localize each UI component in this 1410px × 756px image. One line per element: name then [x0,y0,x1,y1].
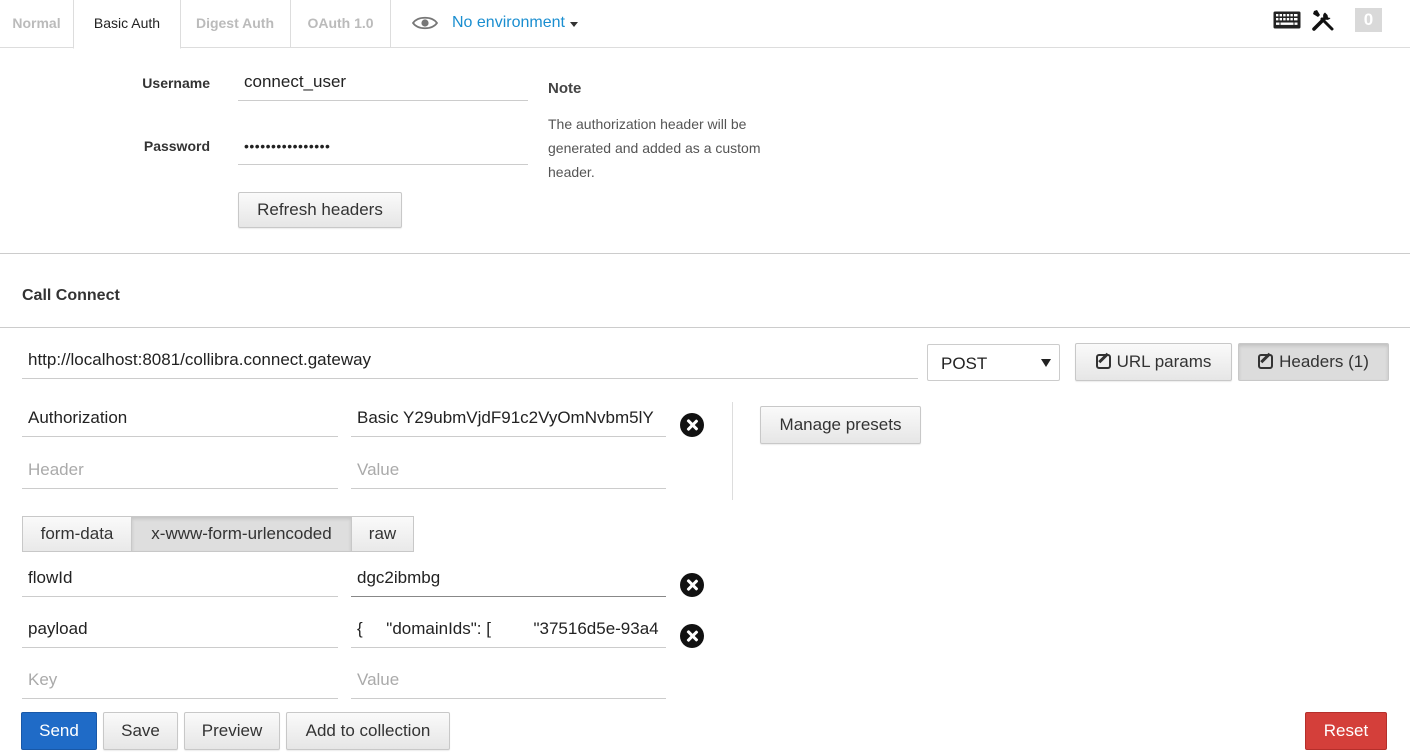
add-to-collection-button[interactable]: Add to collection [286,712,450,750]
remove-param-icon[interactable] [680,624,704,648]
chevron-down-icon [1041,359,1051,367]
header-key-placeholder[interactable]: Header [22,455,338,489]
body-mode-urlencoded[interactable]: x-www-form-urlencoded [131,516,352,552]
edit-icon [1095,354,1111,369]
tab-basic-auth[interactable]: Basic Auth [73,0,181,49]
username-label: Username [142,75,210,91]
chevron-down-icon [569,21,578,27]
note-title: Note [548,80,582,97]
manage-presets-button[interactable]: Manage presets [760,406,921,444]
body-mode-raw[interactable]: raw [351,516,414,552]
history-count-badge[interactable]: 0 [1355,8,1382,32]
note-body: The authorization header will be generat… [548,116,761,180]
password-label: Password [143,138,210,154]
method-select[interactable]: POST [927,344,1060,381]
username-input[interactable]: connect_user [238,67,528,101]
url-params-button[interactable]: URL params [1075,343,1232,381]
body-value-input[interactable]: dgc2ibmbg [351,563,666,597]
password-input[interactable]: •••••••••••••••• [238,131,528,165]
refresh-headers-button[interactable]: Refresh headers [238,192,402,228]
environment-selector[interactable]: No environment [412,10,578,36]
auth-tab-bar: Normal Basic Auth Digest Auth OAuth 1.0 … [0,0,1410,49]
header-value-placeholder[interactable]: Value [351,455,666,489]
eye-icon [412,16,438,30]
request-title: Call Connect [22,287,120,304]
remove-header-icon[interactable] [680,413,704,437]
url-input[interactable]: http://localhost:8081/collibra.connect.g… [22,345,918,379]
edit-icon [1258,354,1274,369]
header-key-input[interactable]: Authorization [22,403,338,437]
body-key-input[interactable]: payload [22,614,338,648]
send-button[interactable]: Send [21,712,97,750]
reset-button[interactable]: Reset [1305,712,1387,750]
url-params-label: URL params [1116,352,1212,371]
tab-digest-auth[interactable]: Digest Auth [180,0,291,48]
divider [732,402,733,500]
body-mode-form-data[interactable]: form-data [22,516,132,552]
tab-normal[interactable]: Normal [0,0,74,48]
save-button[interactable]: Save [103,712,178,750]
headers-button[interactable]: Headers (1) [1238,343,1389,381]
body-value-input[interactable]: { "domainIds": [ "37516d5e-93a4 [351,614,666,648]
divider [0,327,1410,328]
preview-button[interactable]: Preview [184,712,280,750]
header-value-input[interactable]: Basic Y29ubmVjdF91c2VyOmNvbm5lY [351,403,666,437]
body-key-input[interactable]: flowId [22,563,338,597]
body-value-placeholder[interactable]: Value [351,665,666,699]
environment-label: No environment [452,14,565,31]
divider [0,253,1410,254]
method-value: POST [941,354,988,373]
tab-oauth[interactable]: OAuth 1.0 [291,0,391,48]
keyboard-icon[interactable] [1273,10,1301,30]
wrench-screwdriver-icon[interactable] [1311,8,1335,32]
headers-label: Headers (1) [1279,352,1369,371]
remove-param-icon[interactable] [680,573,704,597]
body-key-placeholder[interactable]: Key [22,665,338,699]
